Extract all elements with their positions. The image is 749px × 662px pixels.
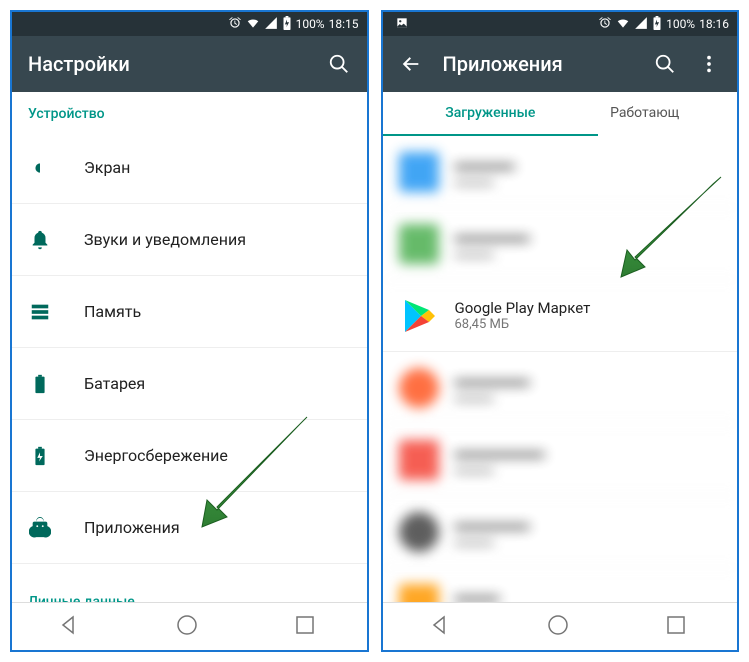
settings-item-storage[interactable]: Память <box>12 276 367 348</box>
app-info: Google Play Маркет 68,45 МБ <box>455 299 591 332</box>
battery-percent: 100% <box>296 17 325 31</box>
settings-item-battery[interactable]: Батарея <box>12 348 367 420</box>
search-icon[interactable] <box>327 52 351 76</box>
battery-icon <box>28 372 52 396</box>
nav-bar <box>12 602 367 650</box>
nav-bar <box>383 602 738 650</box>
settings-list: Устройство Экран Звуки и уведомления Пам… <box>12 92 367 602</box>
tabs: Загруженные Работающ <box>383 92 738 136</box>
settings-item-energy[interactable]: Энергосбережение <box>12 420 367 492</box>
alarm-icon <box>228 16 242 33</box>
settings-item-sound[interactable]: Звуки и уведомления <box>12 204 367 276</box>
section-header-device: Устройство <box>12 92 367 132</box>
app-name: Google Play Маркет <box>455 299 591 317</box>
tab-running[interactable]: Работающ <box>598 92 737 136</box>
google-play-icon <box>399 296 439 336</box>
battery-percent: 100% <box>666 17 695 31</box>
section-header-personal: Личные данные <box>12 580 367 602</box>
back-button[interactable] <box>428 613 456 641</box>
settings-label: Память <box>84 302 141 321</box>
overflow-icon[interactable] <box>697 52 721 76</box>
settings-label: Звуки и уведомления <box>84 230 246 249</box>
list-item[interactable]: ▬▬▬▬▬▬ <box>383 568 738 602</box>
signal-icon <box>634 16 648 33</box>
app-size: 68,45 МБ <box>455 317 591 332</box>
recent-button[interactable] <box>293 613 321 641</box>
phone-settings: 100% 18:15 Настройки Устройство Экран Зв… <box>10 10 369 652</box>
back-icon[interactable] <box>399 52 423 76</box>
recent-button[interactable] <box>664 613 692 641</box>
settings-label: Батарея <box>84 374 145 393</box>
battery-icon <box>282 16 292 33</box>
toolbar: Приложения <box>383 36 738 92</box>
storage-icon <box>28 300 52 324</box>
screenshot-icon <box>395 16 409 33</box>
battery-icon <box>652 16 662 33</box>
list-item[interactable]: ▬▬▬▬▬▬▬ <box>383 136 738 208</box>
toolbar: Настройки <box>12 36 367 92</box>
list-item[interactable]: ▬▬▬▬▬▬▬▬ <box>383 496 738 568</box>
wifi-icon <box>246 16 260 33</box>
list-item[interactable]: ▬▬▬▬▬▬▬▬ <box>383 208 738 280</box>
display-icon <box>28 156 52 180</box>
clock: 18:15 <box>329 17 359 31</box>
settings-item-apps[interactable]: Приложения <box>12 492 367 564</box>
signal-icon <box>264 16 278 33</box>
wifi-icon <box>616 16 630 33</box>
back-button[interactable] <box>57 613 85 641</box>
app-item-google-play[interactable]: Google Play Маркет 68,45 МБ <box>383 280 738 352</box>
alarm-icon <box>598 16 612 33</box>
settings-label: Экран <box>84 158 130 177</box>
phone-apps: 100% 18:16 Приложения Загруженные Работа… <box>381 10 740 652</box>
tab-downloaded[interactable]: Загруженные <box>383 92 599 136</box>
home-button[interactable] <box>175 613 203 641</box>
app-list[interactable]: ▬▬▬▬▬▬▬ ▬▬▬▬▬▬▬▬ Google Play Маркет 68,4… <box>383 136 738 602</box>
list-item[interactable]: ▬▬▬▬▬▬▬▬ <box>383 352 738 424</box>
settings-label: Приложения <box>84 518 180 537</box>
apps-icon <box>28 516 52 540</box>
home-button[interactable] <box>546 613 574 641</box>
settings-label: Энергосбережение <box>84 446 228 465</box>
list-item[interactable]: ▬▬▬▬▬▬▬▬▬ <box>383 424 738 496</box>
search-icon[interactable] <box>653 52 677 76</box>
energy-icon <box>28 444 52 468</box>
settings-item-display[interactable]: Экран <box>12 132 367 204</box>
clock: 18:16 <box>699 17 729 31</box>
status-bar: 100% 18:16 <box>383 12 738 36</box>
status-bar: 100% 18:15 <box>12 12 367 36</box>
bell-icon <box>28 228 52 252</box>
page-title: Приложения <box>443 52 634 76</box>
page-title: Настройки <box>28 52 307 76</box>
